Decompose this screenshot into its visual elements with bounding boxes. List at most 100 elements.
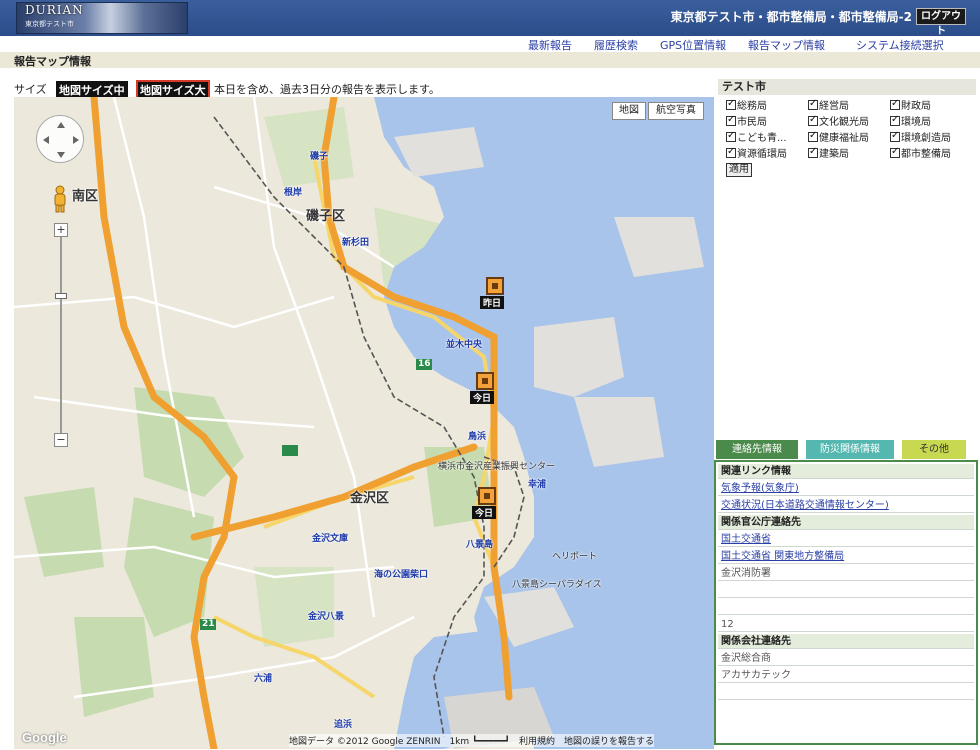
map-label-hakkeijima-station: 八景島 [466,540,494,550]
contact-link[interactable]: 交通状況(日本道路交通情報センター) [718,498,974,513]
tab-other[interactable]: その他 [902,440,966,459]
map-label-isogo-station: 磯子 [310,152,329,162]
contact-link[interactable]: 国土交通省 関東地方整備局 [718,549,974,564]
header-bar: DURIAN 東京都テスト市 東京都テスト市・都市整備局・都市整備局-2 ログア… [0,0,980,37]
department-checkbox-item[interactable]: 市民局 [726,113,767,128]
logo-subtext: 東京都テスト市 [25,20,74,28]
department-checkbox-item[interactable]: 環境局 [890,113,931,128]
department-checkbox-item[interactable]: こども青... [726,129,787,144]
zoom-track [60,237,62,433]
department-checkbox-item[interactable]: 建築局 [808,145,849,160]
map-range-note: 本日を含め、過去3日分の報告を表示します。 [214,83,440,96]
department-checkbox-item[interactable]: 文化観光局 [808,113,869,128]
contact-link[interactable]: 国土交通省 [718,532,974,547]
checkbox-icon[interactable] [890,114,900,126]
app-logo[interactable]: DURIAN 東京都テスト市 [16,2,188,34]
checkbox-icon[interactable] [726,130,736,142]
map-tiles [14,97,714,749]
map-view-button[interactable]: 地図 [612,102,646,120]
department-label: 健康福祉局 [819,133,869,144]
contacts-list: 関連リンク情報 気象予報(気象庁) 交通状況(日本道路交通情報センター) 関係官公庁連… [714,460,978,745]
map-label-sachiura-station: 幸浦 [528,480,547,490]
checkbox-icon[interactable] [726,146,736,158]
checkbox-icon[interactable] [726,98,736,110]
contact-entry: 12 [718,617,974,632]
contact-link[interactable]: 気象予報(気象庁) [718,481,974,496]
nav-history-search[interactable]: 履歴検索 [594,37,638,53]
tab-contacts[interactable]: 連絡先情報 [716,440,798,459]
checkbox-icon[interactable] [890,130,900,142]
nav-gps-location[interactable]: GPS位置情報 [660,37,726,53]
department-checkbox-item[interactable]: 健康福祉局 [808,129,869,144]
department-label: 建築局 [819,149,849,160]
department-label: 経営局 [819,101,849,112]
zoom-in-button[interactable]: + [54,223,68,237]
contact-entry [718,583,974,598]
checkbox-icon[interactable] [808,114,818,126]
report-marker[interactable]: 今日 [472,487,500,519]
department-label: 環境創造局 [901,133,951,144]
map-label-kanazawabunko-station: 金沢文庫 [312,534,349,544]
checkbox-icon[interactable] [808,130,818,142]
route-16-shield: 16 [418,359,431,369]
apply-filter-button[interactable]: 適用 [726,163,752,177]
main-nav: 最新報告 履歴検索 GPS位置情報 報告マップ情報 システム接続選択 [0,36,980,52]
report-map[interactable]: 地図 航空写真 + − 磯子区 金沢区 南区 磯子 新杉田 根岸 金沢文庫 金沢… [14,97,714,749]
department-label: 総務局 [737,101,767,112]
map-label-uminokoen-station: 海の公園柴口 [374,570,429,580]
map-label-konan-ward: 南区 [72,189,99,204]
checkbox-icon[interactable] [890,98,900,110]
satellite-view-button[interactable]: 航空写真 [648,102,704,120]
contacts-section-header: 関連リンク情報 [718,464,974,479]
report-marker[interactable]: 今日 [470,372,498,404]
contacts-section-header: 関係官公庁連絡先 [718,515,974,530]
contact-entry: アカサカテック [718,668,974,683]
app-window: DURIAN 東京都テスト市 東京都テスト市・都市整備局・都市整備局-2 ログア… [0,0,980,750]
department-checkbox-item[interactable]: 都市整備局 [890,145,951,160]
department-label: 資源循環局 [737,149,787,160]
department-checkbox-item[interactable]: 資源循環局 [726,145,787,160]
street-view-pegman-icon[interactable] [51,185,69,213]
report-marker-label: 今日 [470,391,495,404]
checkbox-icon[interactable] [726,114,736,126]
contact-entry [718,600,974,615]
map-label-sea-paradise: 八景島シーパラダイス [512,580,602,590]
department-label: 文化観光局 [819,117,869,128]
report-marker[interactable]: 昨日 [480,277,508,309]
department-checkbox-item[interactable]: 財政局 [890,97,931,112]
report-pin-icon [478,487,496,505]
nav-latest-reports[interactable]: 最新報告 [528,37,572,53]
checkbox-icon[interactable] [808,98,818,110]
size-label: サイズ [14,83,47,96]
map-attribution[interactable]: 地図データ ©2012 Google ZENRIN 1km ┗━━━━━┛ 利用… [289,734,654,747]
contact-entry [718,685,974,700]
zoom-slider[interactable]: + − [54,223,68,447]
nav-system-select[interactable]: システム接続選択 [856,37,944,53]
zoom-handle[interactable] [55,293,67,299]
nav-report-map[interactable]: 報告マップ情報 [748,37,825,53]
pan-arrows-icon [43,122,79,158]
logout-button[interactable]: ログアウト [916,8,966,37]
checkbox-icon[interactable] [890,146,900,158]
department-checkbox-item[interactable]: 環境創造局 [890,129,951,144]
tab-disaster-info[interactable]: 防災関係情報 [806,440,894,459]
department-checkbox-item[interactable]: 経営局 [808,97,849,112]
map-label-heliport: ヘリポート [552,552,598,562]
report-marker-label: 今日 [472,506,497,519]
report-marker-label: 昨日 [480,296,505,309]
page-title: 報告マップ情報 [14,55,91,68]
map-label-shinsugita-station: 新杉田 [342,238,370,248]
pan-control[interactable] [36,115,84,163]
department-checkbox-item[interactable]: 総務局 [726,97,767,112]
contacts-panel: 連絡先情報 防災関係情報 その他 関連リンク情報 気象予報(気象庁) 交通状況(日本… [714,440,978,745]
map-label-isogo-ward: 磯子区 [306,209,346,224]
zoom-out-button[interactable]: − [54,433,68,447]
user-context-title: 東京都テスト市・都市整備局・都市整備局-2 [670,10,912,24]
report-pin-icon [486,277,504,295]
checkbox-icon[interactable] [808,146,818,158]
route-21-shield: 21 [202,619,215,629]
map-label-kanazawa-ward: 金沢区 [350,491,390,506]
page-title-bar: 報告マップ情報 [0,52,980,68]
contact-entry: 金沢総合商 [718,651,974,666]
contacts-tabs: 連絡先情報 防災関係情報 その他 [714,440,978,460]
